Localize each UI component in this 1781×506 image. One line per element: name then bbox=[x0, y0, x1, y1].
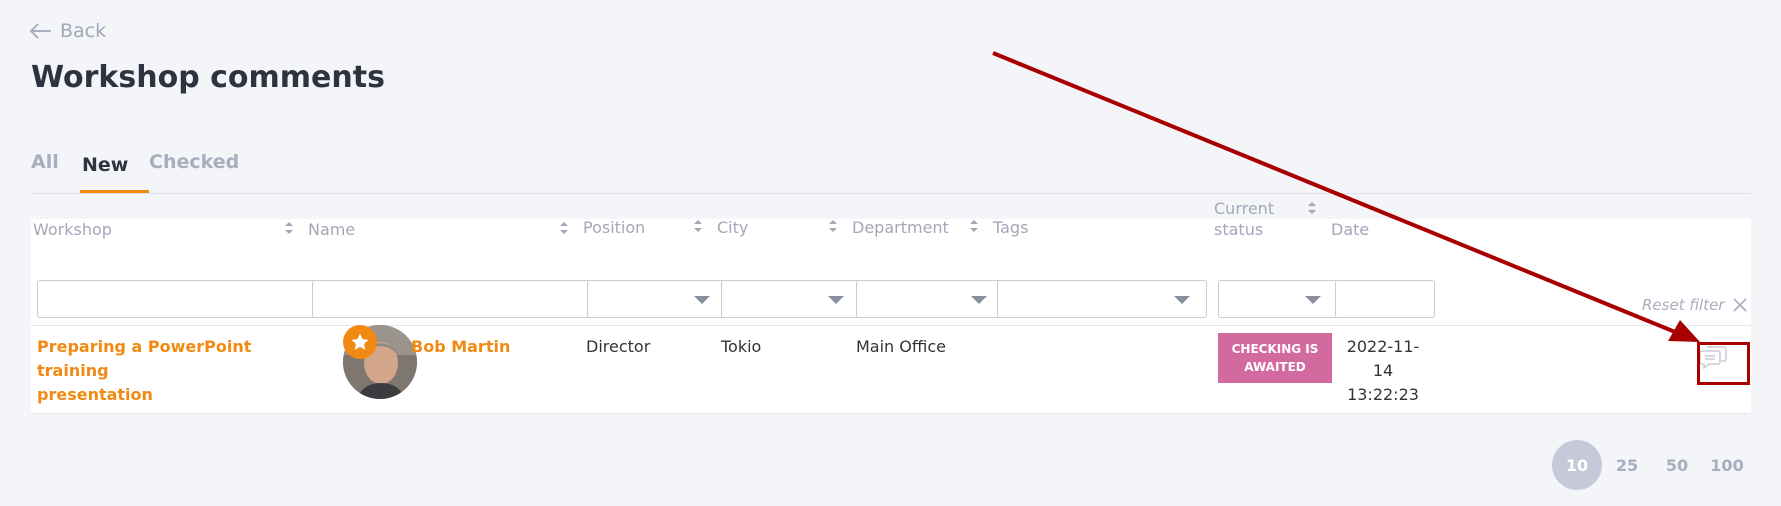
tab-bar: All New Checked bbox=[31, 146, 1751, 194]
status-badge: CHECKING IS AWAITED bbox=[1218, 333, 1332, 383]
header-divider bbox=[31, 325, 1751, 326]
status-filter-select[interactable] bbox=[1218, 280, 1338, 318]
date-filter-input[interactable] bbox=[1335, 280, 1435, 318]
star-badge bbox=[343, 325, 377, 359]
date-value: 2022-11-14 13:22:23 bbox=[1337, 335, 1429, 407]
sort-icon[interactable] bbox=[693, 219, 703, 233]
speech-bubble-icon bbox=[1699, 346, 1727, 370]
reset-filter-button[interactable]: Reset filter bbox=[1642, 296, 1748, 314]
sort-icon[interactable] bbox=[284, 221, 294, 235]
department-value: Main Office bbox=[856, 337, 946, 356]
tab-all[interactable]: All bbox=[31, 151, 59, 173]
name-header-label[interactable]: Name bbox=[308, 219, 355, 240]
workshop-header-label: Workshop bbox=[33, 220, 112, 239]
date-header-label[interactable]: Date bbox=[1331, 219, 1369, 240]
position-filter-select[interactable] bbox=[587, 280, 727, 318]
page-size-10[interactable]: 10 bbox=[1552, 440, 1602, 490]
arrow-left-icon bbox=[30, 23, 51, 39]
tab-new[interactable]: New bbox=[82, 154, 128, 176]
workshop-filter-input[interactable] bbox=[37, 280, 337, 318]
back-label: Back bbox=[60, 20, 107, 42]
user-name-link[interactable]: Bob Martin bbox=[411, 335, 510, 359]
tags-header-label: Tags bbox=[993, 218, 1029, 237]
tags-filter-select[interactable] bbox=[997, 280, 1207, 318]
chevron-down-icon bbox=[1174, 296, 1190, 304]
chevron-down-icon bbox=[694, 296, 710, 304]
tab-checked[interactable]: Checked bbox=[149, 151, 239, 173]
status-line2: AWAITED bbox=[1244, 360, 1306, 374]
sort-icon[interactable] bbox=[969, 219, 979, 233]
city-header-label[interactable]: City bbox=[717, 217, 748, 238]
comments-button[interactable] bbox=[1698, 344, 1728, 370]
row-divider bbox=[31, 413, 1751, 414]
status-header-label[interactable]: Current status bbox=[1214, 198, 1274, 240]
city-value: Tokio bbox=[721, 337, 762, 356]
chevron-down-icon bbox=[971, 296, 987, 304]
status-header-line2: status bbox=[1214, 220, 1264, 239]
department-header-label[interactable]: Department bbox=[852, 217, 949, 238]
reset-filter-label: Reset filter bbox=[1642, 296, 1725, 314]
back-link[interactable]: Back bbox=[30, 20, 106, 42]
close-icon bbox=[1733, 298, 1748, 312]
position-value: Director bbox=[586, 337, 651, 356]
page-title: Workshop comments bbox=[31, 60, 385, 95]
page-size-25[interactable]: 25 bbox=[1602, 440, 1652, 490]
name-filter-input[interactable] bbox=[312, 280, 612, 318]
page-size-50[interactable]: 50 bbox=[1652, 440, 1702, 490]
chevron-down-icon bbox=[1305, 296, 1321, 304]
workshop-link[interactable]: Preparing a PowerPoint training presenta… bbox=[37, 335, 297, 407]
city-filter-select[interactable] bbox=[721, 280, 861, 318]
date-line: 2022-11-14 bbox=[1346, 337, 1420, 380]
workshop-title-line1: Preparing a PowerPoint training bbox=[37, 337, 252, 380]
sort-icon[interactable] bbox=[828, 219, 838, 233]
chevron-down-icon bbox=[828, 296, 844, 304]
sort-icon[interactable] bbox=[1307, 201, 1317, 215]
department-filter-select[interactable] bbox=[856, 280, 1004, 318]
sort-icon[interactable] bbox=[559, 221, 569, 235]
status-line1: CHECKING IS bbox=[1231, 342, 1319, 356]
workshop-title-line2: presentation bbox=[37, 385, 153, 404]
star-icon bbox=[351, 333, 369, 350]
time-line: 13:22:23 bbox=[1347, 385, 1419, 404]
active-tab-indicator bbox=[80, 190, 149, 193]
page-size-100[interactable]: 100 bbox=[1702, 440, 1752, 490]
comments-table: Workshop Name Position City Department T… bbox=[31, 199, 1751, 414]
position-header-label[interactable]: Position bbox=[583, 217, 645, 238]
status-header-line1: Current bbox=[1214, 199, 1275, 218]
